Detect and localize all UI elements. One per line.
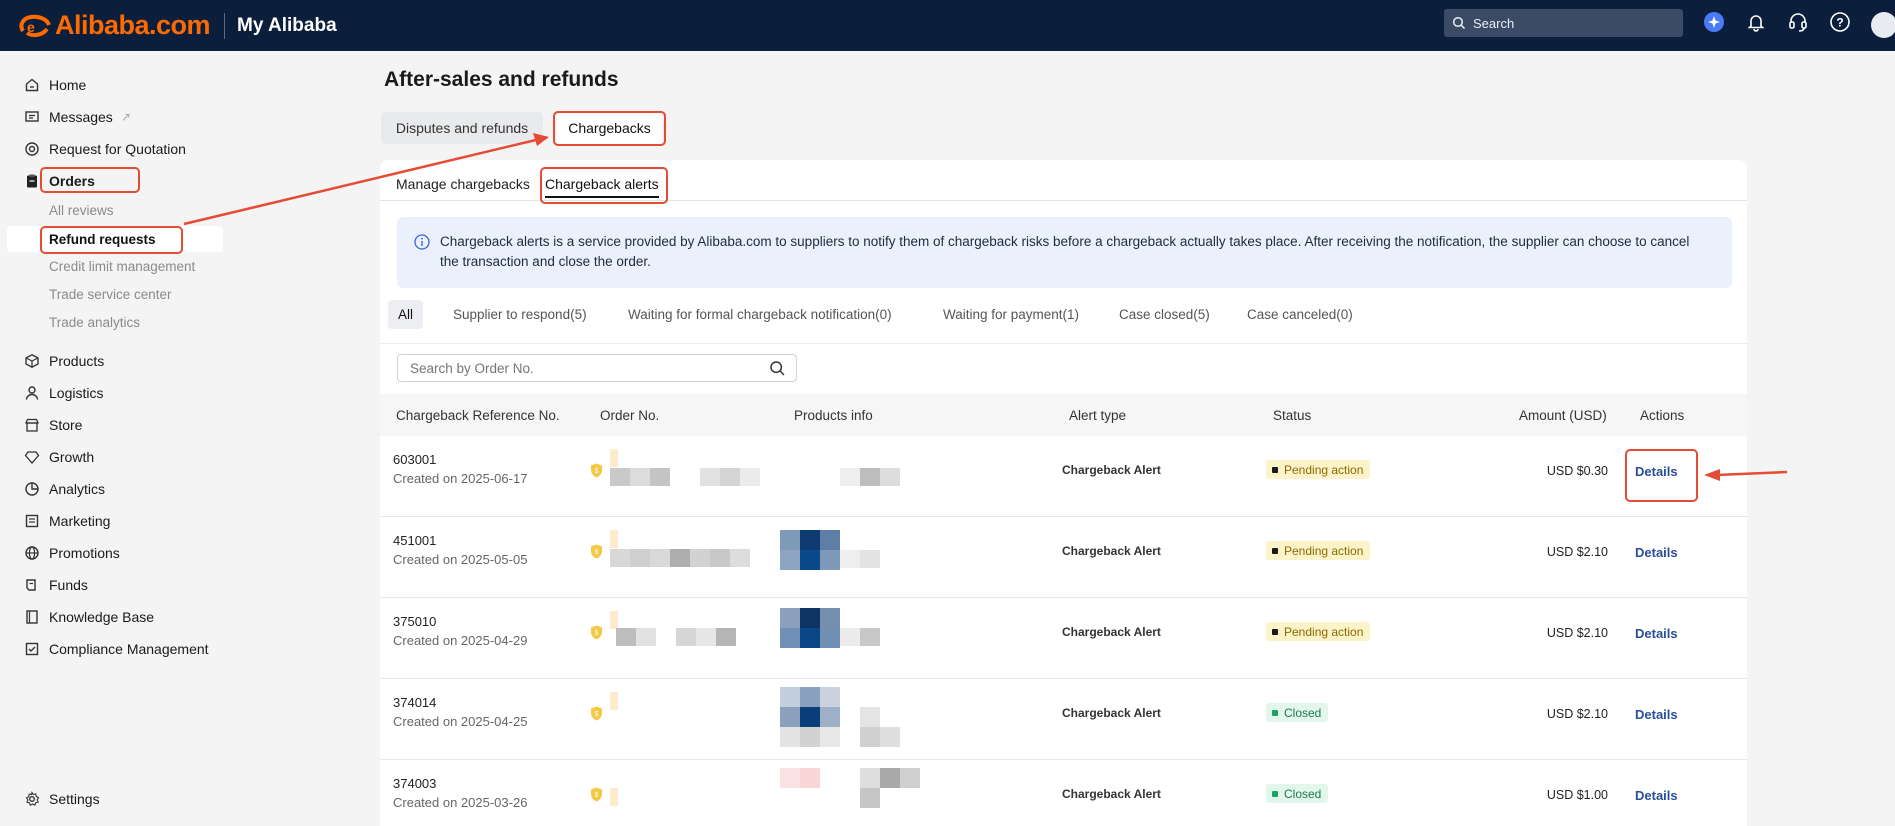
- annotation-arrow: [1715, 470, 1788, 477]
- annotation-arrows: [183, 133, 1788, 481]
- annotation-arrow: [183, 137, 541, 226]
- annotation-arrow-head: [533, 133, 549, 146]
- annotation-arrow-head: [1704, 469, 1720, 481]
